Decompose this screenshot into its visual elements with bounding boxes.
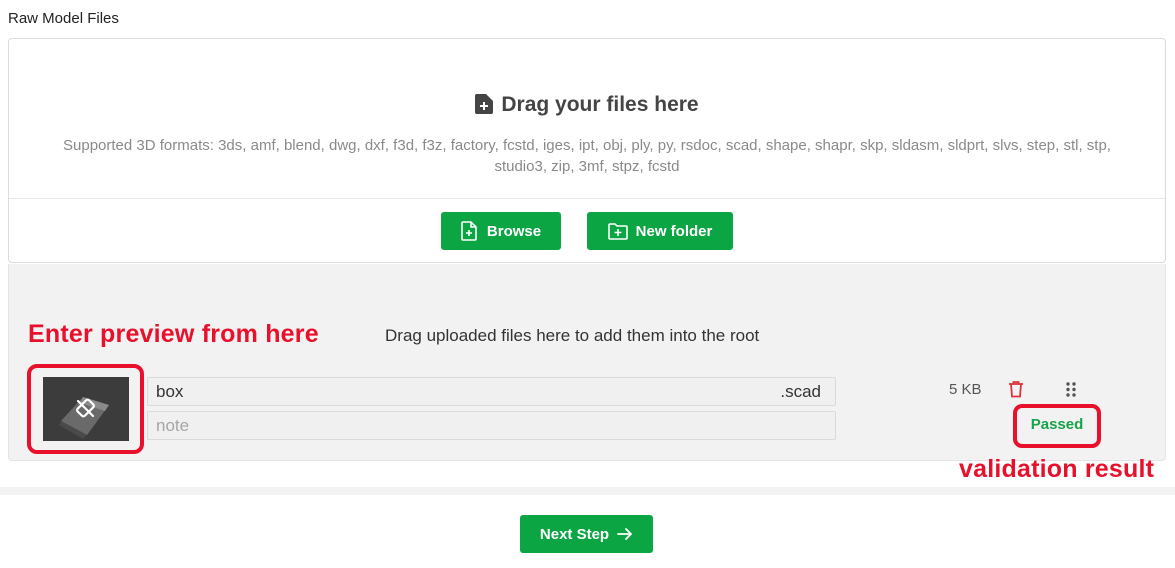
delete-file-button[interactable] bbox=[1008, 380, 1024, 403]
file-add-icon bbox=[475, 94, 494, 114]
preview-annotation: Enter preview from here bbox=[28, 320, 319, 348]
footer-divider bbox=[0, 487, 1175, 495]
file-name: box bbox=[156, 381, 184, 401]
file-name-field[interactable]: box .scad bbox=[147, 377, 836, 406]
validation-annotation: validation result bbox=[959, 455, 1155, 483]
file-size: 5 KB bbox=[949, 381, 982, 398]
drag-hint: Drag uploaded files here to add them int… bbox=[385, 326, 760, 345]
browse-button[interactable]: Browse bbox=[441, 212, 561, 250]
file-extension: .scad bbox=[780, 381, 821, 401]
arrow-right-icon bbox=[617, 528, 632, 540]
drag-handle[interactable] bbox=[1066, 382, 1076, 402]
validation-status: Passed bbox=[1030, 416, 1084, 433]
file-dropzone[interactable]: Drag your files here Supported 3D format… bbox=[8, 38, 1166, 263]
trash-icon bbox=[1009, 381, 1023, 398]
dropzone-heading-text: Drag your files here bbox=[501, 93, 699, 116]
model-thumbnail[interactable] bbox=[43, 377, 129, 441]
dropzone-divider bbox=[9, 198, 1165, 199]
file-note-input[interactable] bbox=[147, 411, 836, 440]
new-folder-button-label: New folder bbox=[635, 222, 713, 240]
model-preview-icon bbox=[59, 397, 109, 439]
next-step-button[interactable]: Next Step bbox=[520, 515, 653, 553]
browse-button-label: Browse bbox=[486, 222, 542, 240]
new-folder-button[interactable]: New folder bbox=[587, 212, 733, 250]
file-plus-icon bbox=[461, 221, 477, 241]
dropzone-heading: Drag your files here bbox=[9, 93, 1165, 117]
next-step-label: Next Step bbox=[539, 525, 610, 543]
folder-plus-icon bbox=[607, 222, 628, 240]
supported-formats: Supported 3D formats: 3ds, amf, blend, d… bbox=[63, 137, 1111, 175]
section-title: Raw Model Files bbox=[8, 10, 119, 27]
drag-handle-icon bbox=[1066, 382, 1076, 397]
